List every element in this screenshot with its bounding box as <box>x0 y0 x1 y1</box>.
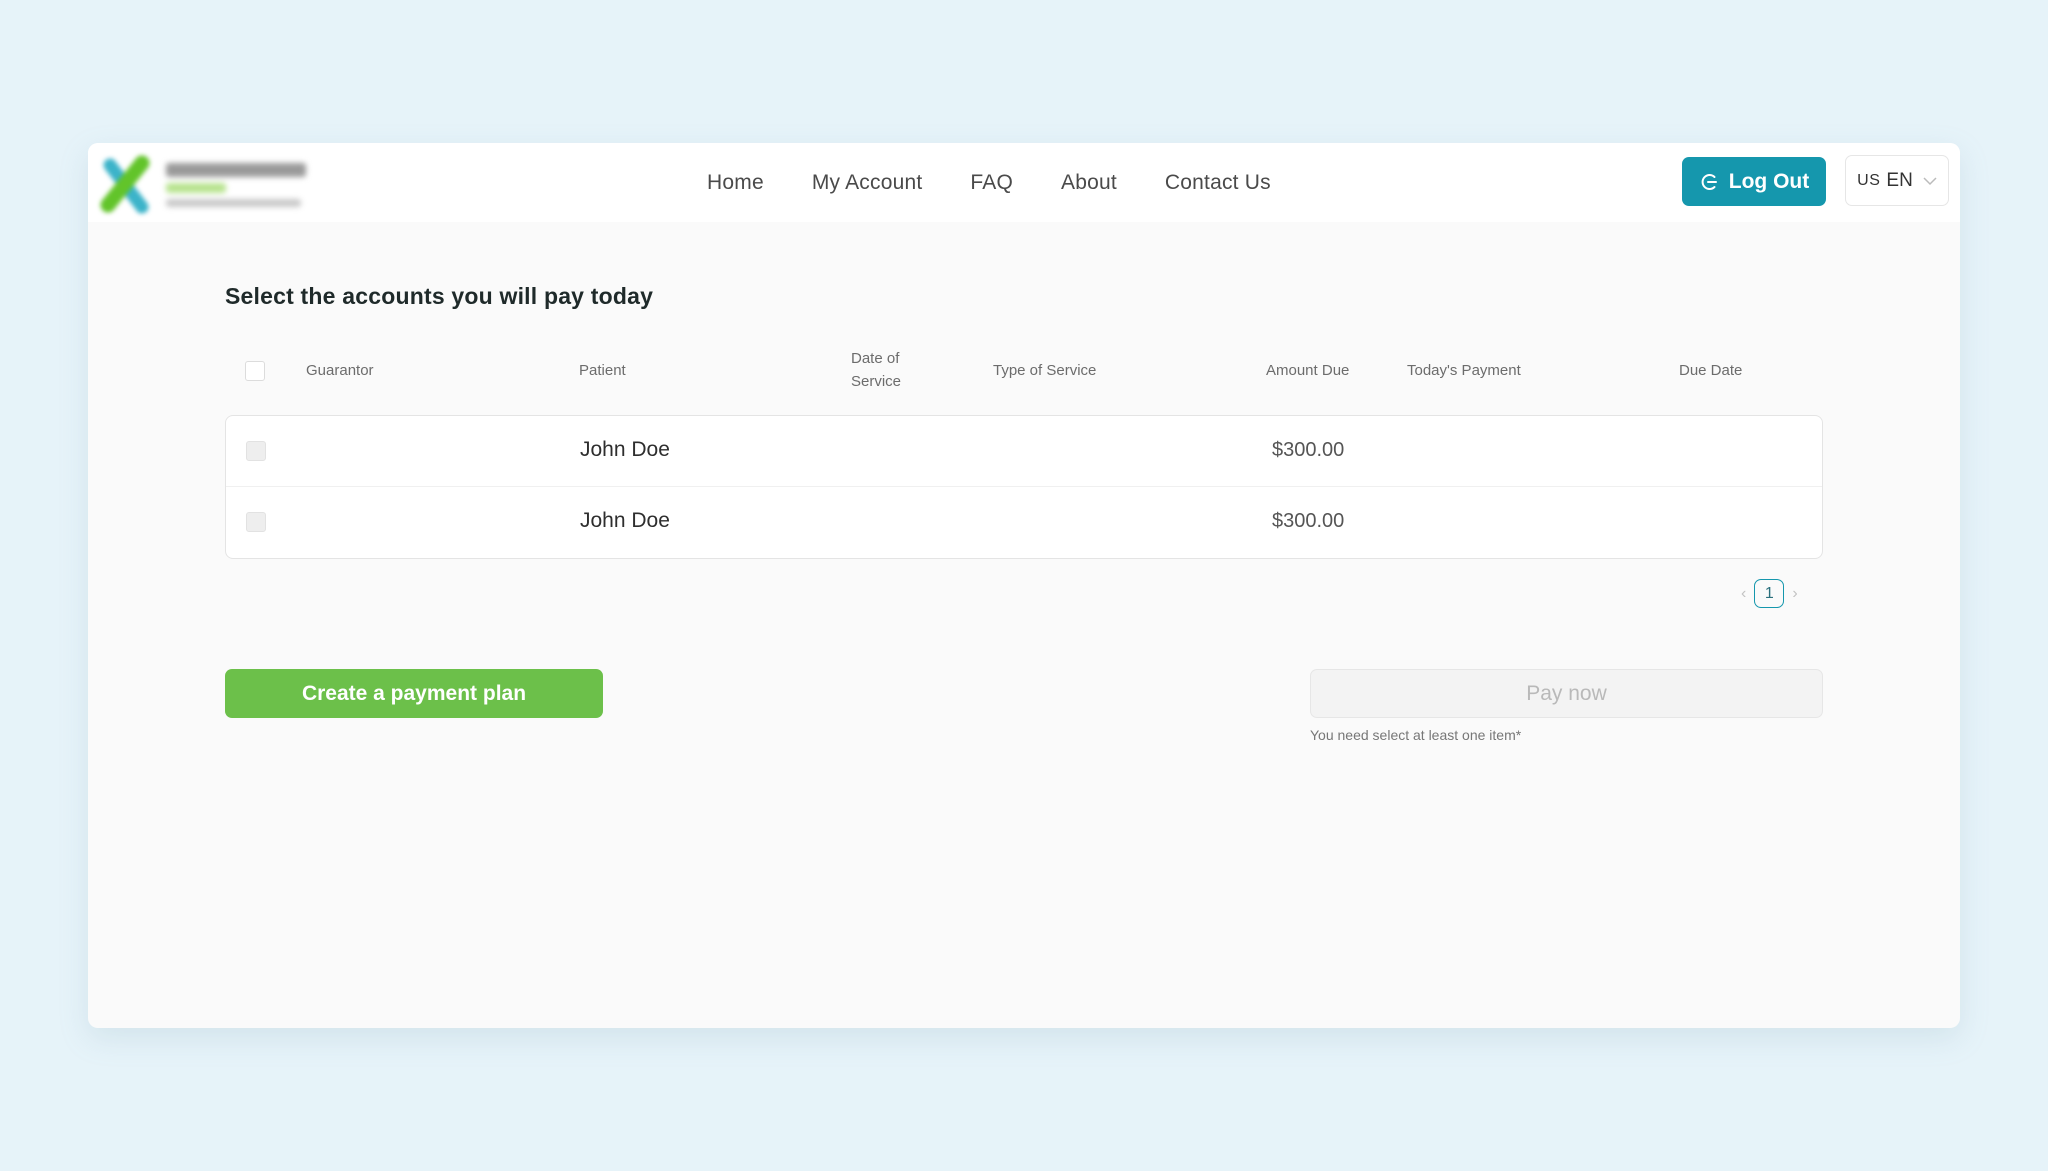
col-date-of-service-line2: Service <box>851 373 902 390</box>
logo[interactable] <box>96 151 316 214</box>
col-amount-due: Amount Due <box>1266 362 1350 379</box>
flag-us-icon: US <box>1857 171 1881 189</box>
language-label: EN <box>1886 169 1913 191</box>
logo-text <box>166 163 306 207</box>
logout-button[interactable]: Log Out <box>1682 157 1826 206</box>
next-page-icon[interactable]: › <box>1792 585 1797 603</box>
main-nav: Home My Account FAQ About Contact Us <box>707 143 1319 222</box>
row-checkbox[interactable] <box>246 512 266 532</box>
language-selector[interactable]: US EN <box>1845 155 1949 206</box>
col-date-of-service-line1: Date of <box>851 350 900 367</box>
row-patient: John Doe <box>580 509 670 532</box>
select-all-checkbox[interactable] <box>245 361 265 381</box>
col-due-date: Due Date <box>1679 362 1743 379</box>
nav-about[interactable]: About <box>1061 171 1117 195</box>
nav-faq[interactable]: FAQ <box>970 171 1013 195</box>
logout-label: Log Out <box>1728 169 1810 193</box>
chevron-down-icon <box>1923 176 1937 185</box>
pay-hint-text: You need select at least one item* <box>1310 727 1522 743</box>
top-header: Home My Account FAQ About Contact Us Log… <box>88 143 1960 222</box>
col-guarantor: Guarantor <box>306 362 374 379</box>
col-type-of-service: Type of Service <box>993 362 1097 379</box>
nav-home[interactable]: Home <box>707 171 764 195</box>
page-title: Select the accounts you will pay today <box>225 283 654 309</box>
prev-page-icon[interactable]: ‹ <box>1741 585 1746 603</box>
accounts-table: John Doe $300.00 John Doe $300.00 <box>225 415 1823 559</box>
nav-my-account[interactable]: My Account <box>812 171 923 195</box>
row-amount-due: $300.00 <box>1272 439 1345 461</box>
logo-mark-icon <box>100 155 150 214</box>
nav-contact-us[interactable]: Contact Us <box>1165 171 1271 195</box>
row-patient: John Doe <box>580 438 670 461</box>
main-card: Home My Account FAQ About Contact Us Log… <box>88 143 1960 1028</box>
col-patient: Patient <box>579 362 626 379</box>
row-checkbox[interactable] <box>246 441 266 461</box>
col-todays-payment: Today's Payment <box>1407 362 1521 379</box>
logout-icon <box>1701 173 1717 190</box>
page-1-button[interactable]: 1 <box>1754 579 1785 608</box>
pay-now-button[interactable]: Pay now <box>1310 669 1823 718</box>
pagination: ‹ 1 › <box>1741 579 1798 608</box>
row-divider <box>226 486 1822 487</box>
row-amount-due: $300.00 <box>1272 510 1345 532</box>
create-payment-plan-button[interactable]: Create a payment plan <box>225 669 603 718</box>
